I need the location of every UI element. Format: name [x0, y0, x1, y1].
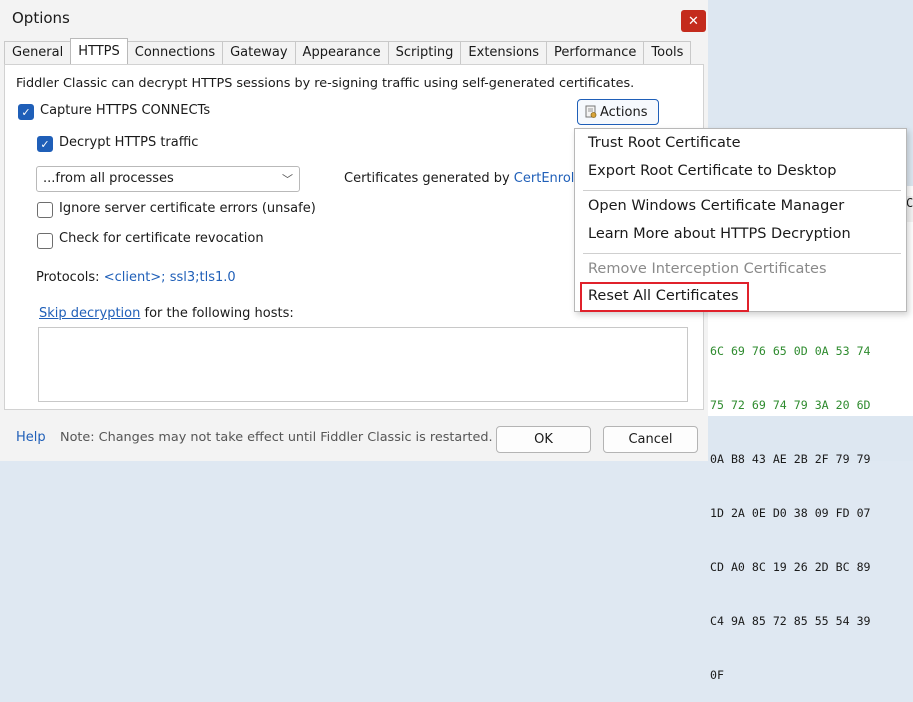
- decrypt-https-checkbox[interactable]: ✓: [37, 136, 53, 152]
- revocation-checkbox[interactable]: [37, 233, 53, 249]
- protocols-label: Protocols:: [36, 270, 104, 285]
- actions-button[interactable]: Actions: [577, 99, 659, 125]
- title-bar[interactable]: Options ✕: [0, 0, 708, 38]
- menu-item-export-root[interactable]: Export Root Certificate to Desktop: [588, 163, 836, 179]
- certificate-icon: [585, 105, 597, 118]
- tab-extensions[interactable]: Extensions: [460, 41, 548, 65]
- close-icon: ✕: [688, 13, 699, 29]
- tab-bar: General HTTPS Connections Gateway Appear…: [4, 38, 692, 65]
- cert-generator-prefix: Certificates generated by: [344, 171, 514, 186]
- process-filter-select[interactable]: ...from all processes ﹀: [36, 166, 300, 192]
- tab-performance[interactable]: Performance: [546, 41, 645, 65]
- menu-separator: [583, 253, 901, 254]
- capture-https-label: Capture HTTPS CONNECTs: [40, 103, 211, 118]
- ignore-errors-checkbox[interactable]: [37, 202, 53, 218]
- checkmark-icon: ✓: [40, 137, 50, 151]
- checkmark-icon: ✓: [21, 105, 31, 119]
- tab-https[interactable]: HTTPS: [70, 38, 128, 64]
- tab-gateway[interactable]: Gateway: [222, 41, 296, 65]
- protocols-row: Protocols: <client>; ssl3;tls1.0: [36, 270, 236, 285]
- hex-lines: 6C 69 76 65 0D 0A 53 74 75 72 69 74 79 3…: [710, 306, 913, 702]
- chevron-down-icon: ﹀: [282, 173, 293, 186]
- tab-appearance[interactable]: Appearance: [294, 41, 389, 65]
- decrypt-https-label: Decrypt HTTPS traffic: [59, 135, 199, 150]
- capture-https-checkbox[interactable]: ✓: [18, 104, 34, 120]
- cancel-button[interactable]: Cancel: [603, 426, 698, 453]
- skip-decryption-tail: for the following hosts:: [140, 306, 294, 321]
- hex-line: 75 72 69 74 79 3A 20 6D: [710, 398, 871, 412]
- actions-label: Actions: [600, 104, 648, 120]
- tab-connections[interactable]: Connections: [126, 41, 224, 65]
- tab-scripting[interactable]: Scripting: [387, 41, 462, 65]
- skip-hosts-textarea[interactable]: [38, 327, 688, 402]
- https-description: Fiddler Classic can decrypt HTTPS sessio…: [16, 76, 635, 91]
- hex-line: C4 9A 85 72 85 55 54 39: [710, 614, 871, 628]
- process-filter-value: ...from all processes: [43, 171, 174, 186]
- hex-line: 6C 69 76 65 0D 0A 53 74: [710, 344, 871, 358]
- restart-note: Note: Changes may not take effect until …: [60, 430, 493, 445]
- help-link[interactable]: Help: [16, 430, 46, 445]
- protocols-link[interactable]: <client>; ssl3;tls1.0: [104, 270, 236, 285]
- tab-general[interactable]: General: [4, 41, 72, 65]
- hex-line: 1D 2A 0E D0 38 09 FD 07: [710, 506, 871, 520]
- close-button[interactable]: ✕: [681, 10, 706, 32]
- hex-line: 0F: [710, 668, 724, 682]
- dialog-title: Options: [12, 9, 70, 27]
- ok-button[interactable]: OK: [496, 426, 591, 453]
- skip-decryption-row: Skip decryption for the following hosts:: [39, 306, 294, 321]
- skip-decryption-link[interactable]: Skip decryption: [39, 306, 140, 321]
- certenroll-link[interactable]: CertEnroll: [514, 171, 578, 186]
- cert-generator-text: Certificates generated by CertEnroll e: [344, 171, 590, 186]
- reset-highlight-box: [580, 282, 749, 312]
- menu-item-trust-root[interactable]: Trust Root Certificate: [588, 135, 741, 151]
- revocation-label: Check for certificate revocation: [59, 231, 264, 246]
- menu-item-learn-more[interactable]: Learn More about HTTPS Decryption: [588, 226, 851, 242]
- hex-line: CD A0 8C 19 26 2D BC 89: [710, 560, 871, 574]
- menu-item-remove-interception: Remove Interception Certificates: [588, 261, 827, 277]
- hex-line: 0A B8 43 AE 2B 2F 79 79: [710, 452, 871, 466]
- tab-tools[interactable]: Tools: [643, 41, 692, 65]
- menu-separator: [583, 190, 901, 191]
- menu-item-open-cert-manager[interactable]: Open Windows Certificate Manager: [588, 198, 844, 214]
- ignore-errors-label: Ignore server certificate errors (unsafe…: [59, 201, 316, 216]
